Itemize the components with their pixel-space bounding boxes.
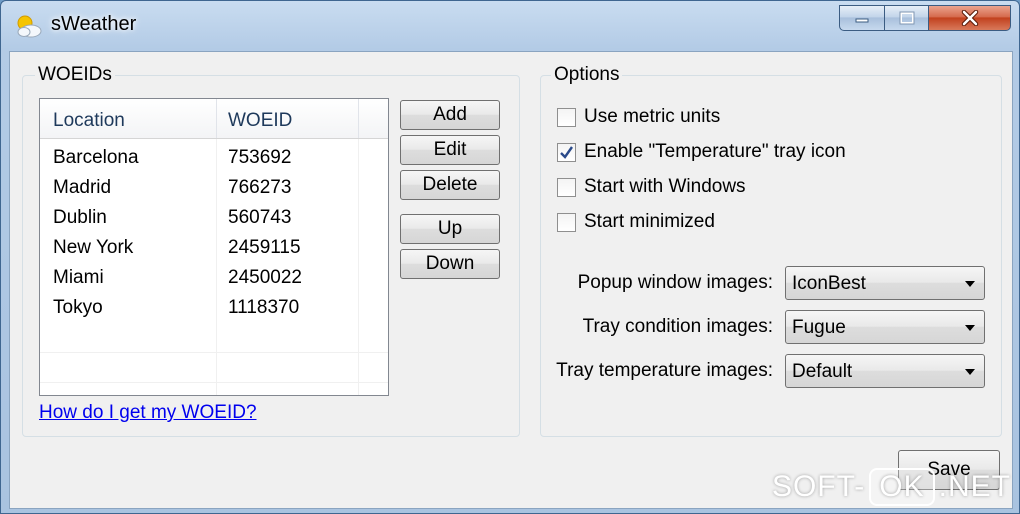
close-icon [961,10,978,26]
checkbox-start-with-windows[interactable]: Start with Windows [557,174,746,200]
checkbox-temperature-tray-icon[interactable]: Enable "Temperature" tray icon [557,139,846,165]
tray-condition-images-label: Tray condition images: [582,316,773,337]
window-title: sWeather [51,13,137,35]
minimize-button[interactable] [839,5,885,31]
watermark-box: OK [869,468,935,506]
edit-button[interactable]: Edit [400,135,500,165]
maximize-icon [899,11,914,25]
checkbox-box[interactable] [557,177,576,197]
cell-woeid: 2459115 [228,237,301,258]
checkbox-label: Enable "Temperature" tray icon [584,141,846,162]
options-group-label: Options [551,64,623,86]
chevron-down-icon [965,369,975,375]
checkbox-box[interactable] [557,107,576,127]
tray-condition-images-select[interactable]: Fugue [785,310,985,344]
watermark-left: SOFT- [771,470,866,503]
title-bar[interactable]: sWeather [1,1,1019,51]
checkbox-box[interactable] [557,212,576,232]
checkbox-metric-units[interactable]: Use metric units [557,104,720,130]
cell-woeid: 2450022 [228,267,302,288]
woeid-help-link[interactable]: How do I get my WOEID? [39,402,257,424]
cell-woeid: 766273 [228,177,292,198]
down-button[interactable]: Down [400,249,500,279]
caption-buttons [839,5,1011,31]
table-row[interactable]: Tokyo 1118370 [40,293,388,323]
up-button[interactable]: Up [400,214,500,244]
minimize-icon [855,18,869,23]
cell-location: Barcelona [53,147,139,168]
table-row[interactable]: Barcelona 753692 [40,143,388,173]
watermark-right: .NET [938,470,1011,503]
checkbox-start-minimized[interactable]: Start minimized [557,209,715,235]
list-header: Location WOEID [40,99,388,139]
watermark: SOFT- OK .NET [772,467,1011,507]
close-button[interactable] [929,5,1011,31]
cell-woeid: 560743 [228,207,292,228]
table-row[interactable]: Dublin 560743 [40,203,388,233]
tray-temperature-images-label: Tray temperature images: [556,360,773,381]
cell-location: Madrid [53,177,112,198]
woeid-list[interactable]: Location WOEID Barcelona 753692 Madrid 7… [39,98,389,396]
select-value: Fugue [792,317,846,338]
cell-woeid: 1118370 [228,297,300,318]
checkbox-label: Start minimized [584,211,715,232]
options-group: Options Use metric units Enable "Tempera… [540,64,1002,437]
add-button[interactable]: Add [400,100,500,130]
cell-location: Dublin [53,207,107,228]
chevron-down-icon [965,281,975,287]
table-row[interactable]: New York 2459115 [40,233,388,263]
popup-window-images-label: Popup window images: [577,272,773,293]
weather-sun-cloud-icon [13,13,43,39]
maximize-button[interactable] [885,5,929,31]
checkbox-box[interactable] [557,142,576,162]
cell-location: Miami [53,267,104,288]
table-row[interactable]: Miami 2450022 [40,263,388,293]
checkmark-icon [560,145,573,159]
select-value: Default [792,361,853,382]
cell-location: New York [53,237,134,258]
tray-temperature-images-select[interactable]: Default [785,354,985,388]
chevron-down-icon [965,325,975,331]
checkbox-label: Start with Windows [584,176,746,197]
popup-window-images-select[interactable]: IconBest [785,266,985,300]
woeids-group-label: WOEIDs [35,64,115,86]
cell-location: Tokyo [53,297,103,318]
checkbox-label: Use metric units [584,106,721,127]
column-header-location[interactable]: Location [53,110,125,132]
table-row[interactable]: Madrid 766273 [40,173,388,203]
cell-woeid: 753692 [228,147,292,168]
client-area: WOEIDs Location WOEID Barcelona 753692 M… [9,51,1013,509]
delete-button[interactable]: Delete [400,170,500,200]
select-value: IconBest [792,273,866,294]
column-header-woeid[interactable]: WOEID [228,110,292,132]
app-window: sWeather WOEIDs Location WOEID Barcelona… [0,0,1020,514]
